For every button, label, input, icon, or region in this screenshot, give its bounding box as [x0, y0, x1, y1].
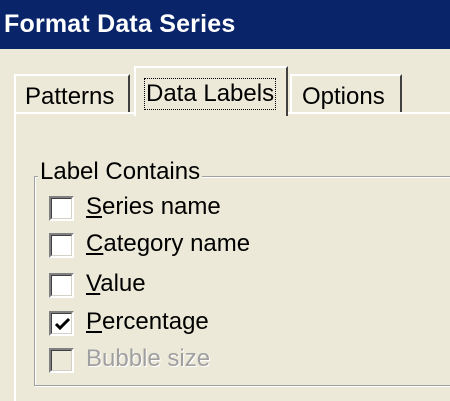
window-title: Format Data Series [4, 10, 236, 38]
category-name-label: Category name [86, 230, 251, 257]
checkmark-icon [54, 317, 71, 331]
tab-patterns[interactable]: Patterns [14, 74, 130, 114]
tab-data-labels[interactable]: Data Labels [134, 66, 288, 116]
tab-patterns-label: Patterns [25, 83, 115, 110]
bubble-size-label: Bubble size [86, 345, 211, 372]
value-label: Value [86, 270, 146, 297]
group-legend: Label Contains [38, 158, 203, 186]
tab-data-labels-label: Data Labels [143, 78, 277, 110]
checkbox-square[interactable] [49, 348, 74, 373]
tab-options-label: Options [302, 83, 385, 110]
tab-options[interactable]: Options [290, 74, 402, 114]
checkbox-square[interactable] [49, 196, 74, 221]
format-data-series-dialog: Format Data Series Patterns Data Labels … [0, 0, 450, 401]
checkbox-square[interactable] [49, 233, 74, 258]
checkbox-square[interactable] [49, 273, 74, 298]
title-bar[interactable]: Format Data Series [0, 0, 450, 49]
percentage-label: Percentage [86, 308, 209, 335]
checkbox-square[interactable] [49, 311, 74, 336]
series-name-label: Series name [86, 193, 221, 220]
